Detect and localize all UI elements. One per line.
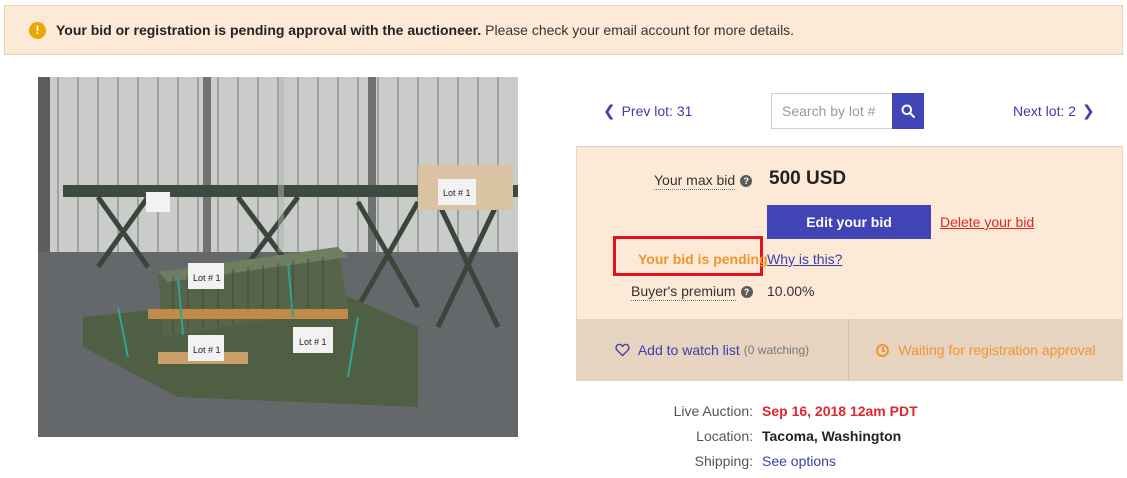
live-auction-label: Live Auction: (673, 403, 753, 419)
clock-icon (876, 343, 890, 357)
alert-detail-text: Please check your email account for more… (481, 22, 795, 38)
photo-sign-text: Lot # 1 (299, 337, 327, 347)
lot-photo[interactable]: Lot # 1 Lot # 1 Lot # 1 Lot # 1 (38, 77, 518, 437)
max-bid-label-row: Your max bid? (654, 172, 753, 190)
photo-sign-text: Lot # 1 (443, 188, 471, 198)
max-bid-value: 500 USD (769, 168, 847, 189)
location-value: Tacoma, Washington (762, 428, 902, 444)
why-pending-link[interactable]: Why is this? (767, 251, 842, 267)
max-bid-label: Your max bid (654, 172, 736, 190)
bid-pending-status: Your bid is pending (638, 251, 768, 267)
chevron-left-icon: ❮ (603, 103, 616, 120)
waiting-approval-text: Waiting for registration approval (898, 342, 1096, 358)
prev-lot-link[interactable]: ❮ Prev lot: 31 (603, 102, 692, 120)
watching-count: (0 watching) (743, 343, 810, 357)
next-lot-label: Next lot: 2 (1013, 103, 1077, 119)
chevron-right-icon: ❯ (1082, 103, 1095, 120)
question-circle-icon[interactable]: ? (740, 286, 753, 298)
photo-sign-text: Lot # 1 (193, 273, 221, 283)
buyers-premium-value: 10.00% (767, 283, 815, 299)
edit-bid-button[interactable]: Edit your bid (767, 205, 931, 239)
location-label: Location: (696, 428, 753, 444)
next-lot-link[interactable]: Next lot: 2 ❯ (1013, 102, 1095, 120)
bid-actions-bar: Add to watch list (0 watching) Waiting f… (576, 319, 1123, 381)
shipping-options-link[interactable]: See options (762, 453, 836, 469)
watch-list-label: Add to watch list (637, 342, 740, 358)
alert-bold-text: Your bid or registration is pending appr… (56, 22, 482, 38)
add-to-watch-list-button[interactable]: Add to watch list (0 watching) (576, 319, 849, 381)
question-circle-icon[interactable]: ? (740, 175, 753, 187)
shipping-label: Shipping: (694, 453, 753, 469)
pending-approval-alert: ! Your bid or registration is pending ap… (4, 5, 1123, 55)
lot-photo-image: Lot # 1 Lot # 1 Lot # 1 Lot # 1 (38, 77, 518, 437)
photo-sign-text: Lot # 1 (193, 345, 221, 355)
search-icon (901, 104, 915, 118)
delete-bid-link[interactable]: Delete your bid (940, 214, 1034, 230)
buyers-premium-label: Buyer's premium (631, 283, 736, 301)
exclamation-circle-icon: ! (29, 21, 46, 39)
alert-message: Your bid or registration is pending appr… (56, 22, 794, 38)
buyers-premium-label-row: Buyer's premium? (631, 283, 753, 301)
live-auction-date: Sep 16, 2018 12am PDT (762, 403, 918, 419)
registration-status: Waiting for registration approval (849, 319, 1123, 381)
prev-lot-label: Prev lot: 31 (621, 103, 693, 119)
lot-search-button[interactable] (892, 93, 924, 129)
lot-search-input[interactable] (771, 93, 892, 129)
heart-icon (615, 343, 630, 357)
